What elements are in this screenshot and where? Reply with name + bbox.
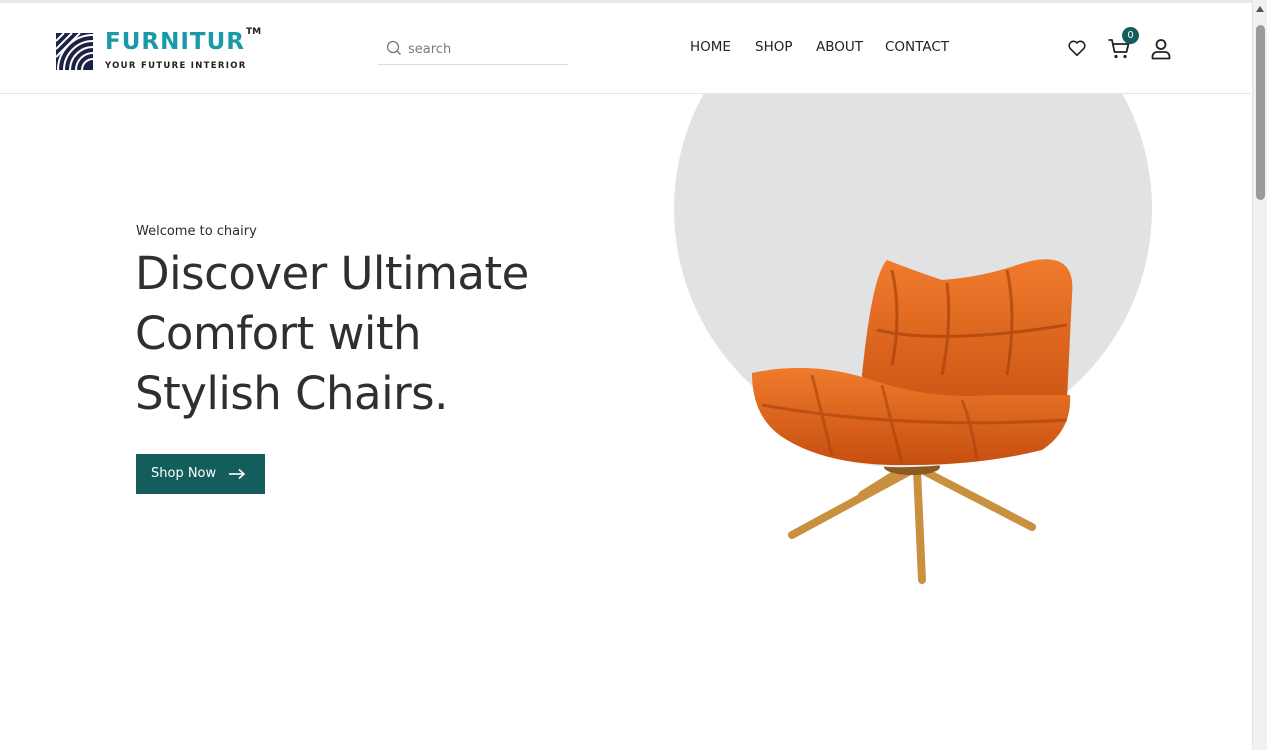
- top-border: [0, 0, 1252, 3]
- vertical-scrollbar[interactable]: [1252, 0, 1267, 750]
- nav-about[interactable]: ABOUT: [816, 39, 863, 55]
- search-icon[interactable]: [386, 40, 402, 56]
- account-button[interactable]: [1149, 37, 1173, 61]
- brand-trademark: TM: [246, 27, 262, 37]
- headline-line-3: Stylish Chairs.: [135, 367, 448, 420]
- cart-count-badge: 0: [1122, 27, 1139, 44]
- hero-welcome-text: Welcome to chairy: [136, 224, 257, 239]
- arrow-right-icon: [229, 468, 246, 480]
- nav-contact[interactable]: CONTACT: [885, 39, 949, 55]
- scroll-thumb[interactable]: [1256, 25, 1265, 200]
- nav-shop[interactable]: SHOP: [755, 39, 793, 55]
- heart-icon: [1068, 40, 1086, 57]
- brand-tagline: YOUR FUTURE INTERIOR: [105, 61, 247, 71]
- search-box: [378, 36, 568, 65]
- user-icon: [1151, 39, 1171, 60]
- shop-now-button[interactable]: Shop Now: [136, 454, 265, 494]
- chair-legs: [788, 466, 1036, 584]
- brand-name: FURNITUR: [105, 29, 245, 55]
- headline-line-2: Comfort with: [135, 307, 422, 360]
- logo-mark-icon: [56, 33, 93, 70]
- headline-line-1: Discover Ultimate: [135, 247, 529, 300]
- site-header: FURNITUR TM YOUR FUTURE INTERIOR HOME SH…: [0, 3, 1251, 94]
- nav-home[interactable]: HOME: [690, 39, 731, 55]
- shop-now-label: Shop Now: [151, 466, 217, 481]
- search-input[interactable]: [408, 38, 558, 60]
- wishlist-button[interactable]: [1066, 37, 1090, 61]
- hero-headline: Discover Ultimate Comfort with Stylish C…: [135, 244, 575, 424]
- logo[interactable]: FURNITUR TM YOUR FUTURE INTERIOR: [56, 27, 266, 73]
- chair-image: [752, 259, 1073, 584]
- scroll-up-icon[interactable]: [1256, 6, 1264, 12]
